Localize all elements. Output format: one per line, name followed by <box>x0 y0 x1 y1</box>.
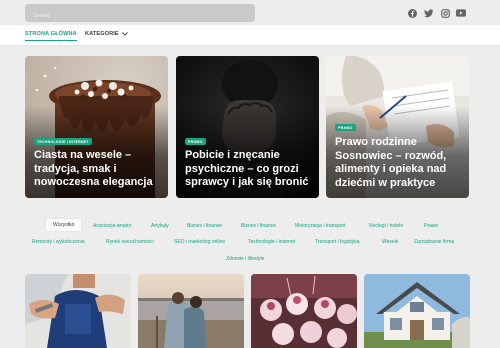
tab-motoryzacja-i-transport[interactable]: Motoryzacja i transport <box>295 223 346 229</box>
tab-biznes-i-finanse[interactable]: Biznes i finanse <box>187 223 222 229</box>
tab-zarzadzanie-firma[interactable]: Zarządzanie firmą <box>414 239 454 245</box>
post-thumbnail-mechanic[interactable] <box>25 274 131 348</box>
tab-seo-i-marketing-online[interactable]: SEO i marketing online <box>174 239 225 245</box>
search-input[interactable] <box>25 7 255 25</box>
instagram-icon[interactable] <box>440 8 450 18</box>
chevron-down-icon <box>122 31 129 36</box>
nav-categories-dropdown[interactable]: KATEGORIE <box>85 31 129 37</box>
featured-card-1[interactable]: TECHNOLOGIE I INTERNET Ciasta na wesele … <box>25 56 168 198</box>
tab-prawo[interactable]: Prawo <box>424 223 438 229</box>
tab-rynek-nieruchomosci[interactable]: Rynek nieruchomości <box>106 239 154 245</box>
twitter-icon[interactable] <box>424 8 434 18</box>
tab-transport-i-logistyka[interactable]: Transport i logistyka <box>315 239 360 245</box>
post-thumbnail-cupcakes[interactable] <box>251 274 357 348</box>
youtube-icon[interactable] <box>456 8 466 18</box>
nav-categories-label: KATEGORIE <box>85 31 119 37</box>
tab-aranzacja-wnetrz[interactable]: Aranżacja wnętrz <box>93 223 131 229</box>
tab-noclegi-i-hotele[interactable]: Noclegi i hotele <box>369 223 403 229</box>
top-header <box>0 0 500 25</box>
featured-card-2[interactable]: PRAWO Pobicie i znęcanie psychiczne – co… <box>176 56 319 198</box>
post-thumbnail-house[interactable] <box>364 274 470 348</box>
search-box[interactable] <box>25 4 255 25</box>
tab-biznes-i-finance[interactable]: Biznes i finance <box>241 223 276 229</box>
facebook-icon[interactable] <box>407 8 417 18</box>
featured-title[interactable]: Prawo rodzinne Sosnowiec – rozwód, alime… <box>335 136 463 190</box>
post-thumbnail-lake-couple[interactable] <box>138 274 244 348</box>
category-badge[interactable]: PRAWO <box>335 124 356 131</box>
tab-wszystko[interactable]: Wszystko <box>46 219 82 231</box>
category-badge[interactable]: TECHNOLOGIE I INTERNET <box>34 138 92 145</box>
tab-remonty-i-wykonczenia[interactable]: Remonty i wykończenia <box>32 239 85 245</box>
main-nav: STRONA GŁÓWNA KATEGORIE <box>0 25 500 46</box>
category-badge[interactable]: PRAWO <box>185 138 206 145</box>
featured-title[interactable]: Pobicie i znęcanie psychiczne – co grozi… <box>185 149 313 190</box>
tab-wesele[interactable]: Wesele <box>382 239 399 245</box>
featured-card-3[interactable]: PRAWO Prawo rodzinne Sosnowiec – rozwód,… <box>326 56 469 198</box>
tab-zdrowie-i-lifestyle[interactable]: Zdrowie i lifestyle <box>226 256 264 262</box>
tab-technologie-i-internet[interactable]: Technologie i internet <box>248 239 295 245</box>
featured-title[interactable]: Ciasta na wesele – tradycja, smak i nowo… <box>34 149 162 190</box>
tab-artykuly[interactable]: Artykuły <box>151 223 169 229</box>
nav-home-link[interactable]: STRONA GŁÓWNA <box>25 31 77 41</box>
